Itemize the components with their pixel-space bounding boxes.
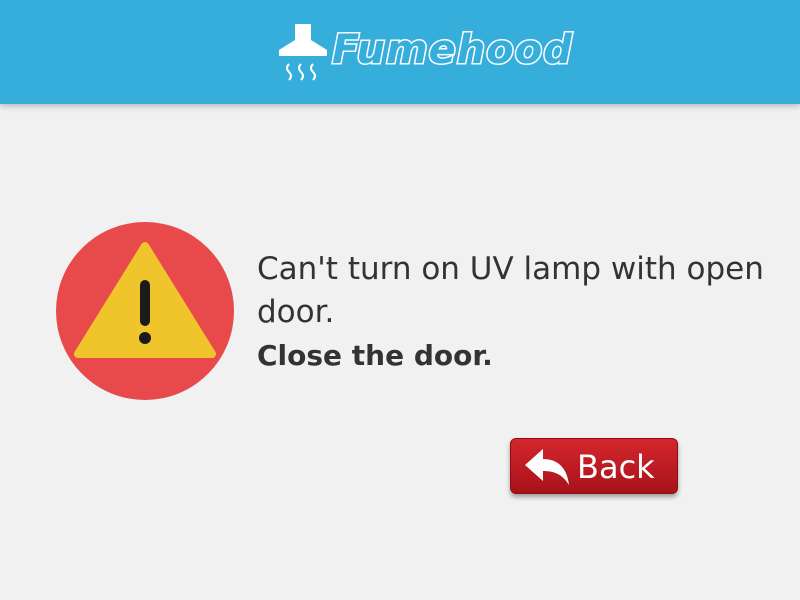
fume-hood-icon [279,24,327,81]
app-header: Fumehood [0,0,800,104]
back-button[interactable]: Back [510,438,678,494]
back-button-label: Back [577,448,655,486]
alert-instruction: Close the door. [257,339,493,372]
warning-icon [56,222,234,400]
alert-text: Can't turn on UV lamp with open door. [257,251,764,330]
reply-arrow-icon [525,449,569,485]
brand-name: Fumehood [331,26,574,75]
brand-logo: Fumehood [276,22,573,84]
alert-message: Can't turn on UV lamp with open door. Cl… [257,248,767,377]
